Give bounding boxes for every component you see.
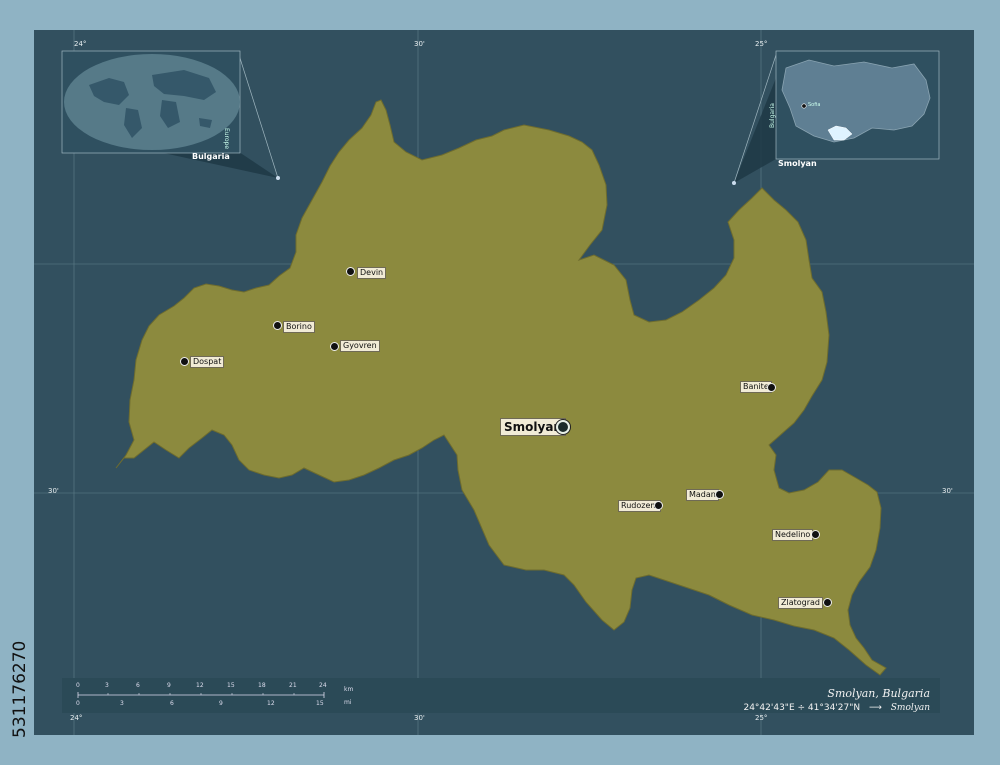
tick-top-2: 30': [414, 40, 425, 48]
city-label-madan: Madan: [686, 489, 719, 501]
city-label-gyovren: Gyovren: [340, 340, 380, 352]
scale-km-unit: km: [344, 686, 354, 693]
scale-km-3: 9: [167, 682, 171, 689]
coordinates-arrow: ⟶: [868, 703, 882, 713]
city-label-devin: Devin: [357, 267, 387, 279]
tick-right-mid: 30': [942, 487, 953, 495]
scale-mi-2: 6: [170, 700, 174, 707]
scale-km-4: 12: [196, 682, 204, 689]
scale-km-6: 18: [258, 682, 266, 689]
tick-top-1: 24°: [74, 40, 87, 48]
scale-mi-4: 12: [267, 700, 275, 707]
inset-country-label: Smolyan: [778, 159, 817, 168]
inset-country-connector: [734, 78, 776, 183]
city-dot-nedelino: [811, 530, 820, 539]
city-dot-gyovren: [330, 342, 339, 351]
map-canvas: [34, 30, 974, 735]
tick-bottom-1: 24°: [70, 714, 83, 722]
city-dot-madan: [715, 490, 724, 499]
coordinates-value: 24°42'43"E ÷ 41°34'27"N: [743, 703, 861, 713]
capital-marker: [556, 420, 570, 434]
tick-left-mid: 30': [48, 487, 59, 495]
scale-km-1: 3: [105, 682, 109, 689]
tick-bottom-2: 30': [414, 714, 425, 722]
city-dot-rudozem: [654, 501, 663, 510]
stock-id-text: 531176270: [10, 640, 30, 738]
stock-id-watermark: 531176270: [10, 518, 30, 738]
scale-mi-1: 3: [120, 700, 124, 707]
map-title: Smolyan, Bulgaria: [827, 687, 930, 700]
scale-mi-5: 15: [316, 700, 324, 707]
scale-mi-unit: mi: [344, 699, 352, 706]
scale-km-5: 15: [227, 682, 235, 689]
scale-mi-0: 0: [76, 700, 80, 707]
inset-world-label: Bulgaria: [192, 152, 230, 161]
tick-top-3: 25°: [755, 40, 768, 48]
city-label-dospat: Dospat: [190, 356, 225, 368]
scale-km-8: 24: [319, 682, 327, 689]
coordinates-pointer-label: Smolyan: [890, 703, 930, 713]
inset-country-city: Sofia: [808, 102, 821, 108]
city-label-zlatograd: Zlatograd: [778, 597, 823, 609]
scale-km-7: 21: [289, 682, 297, 689]
city-dot-zlatograd: [823, 598, 832, 607]
city-label-nedelino: Nedelino: [772, 529, 814, 541]
inset-country-side-label: Bulgaria: [769, 103, 776, 128]
tick-bottom-3: 25°: [755, 714, 768, 722]
city-label-borino: Borino: [283, 321, 315, 333]
inset-world-side-label: Europe: [223, 128, 230, 150]
city-dot-banite: [767, 383, 776, 392]
city-dot-dospat: [180, 357, 189, 366]
world-globe: [64, 54, 240, 150]
map-frame: 24° 30' 25° 30' 30' 24° 30' 25° Bulgaria…: [34, 30, 974, 735]
scale-km-0: 0: [76, 682, 80, 689]
city-dot-devin: [346, 267, 355, 276]
scale-mi-3: 9: [219, 700, 223, 707]
scale-km-2: 6: [136, 682, 140, 689]
city-dot-borino: [273, 321, 282, 330]
map-coordinates: 24°42'43"E ÷ 41°34'27"N ⟶ Smolyan: [743, 703, 930, 713]
